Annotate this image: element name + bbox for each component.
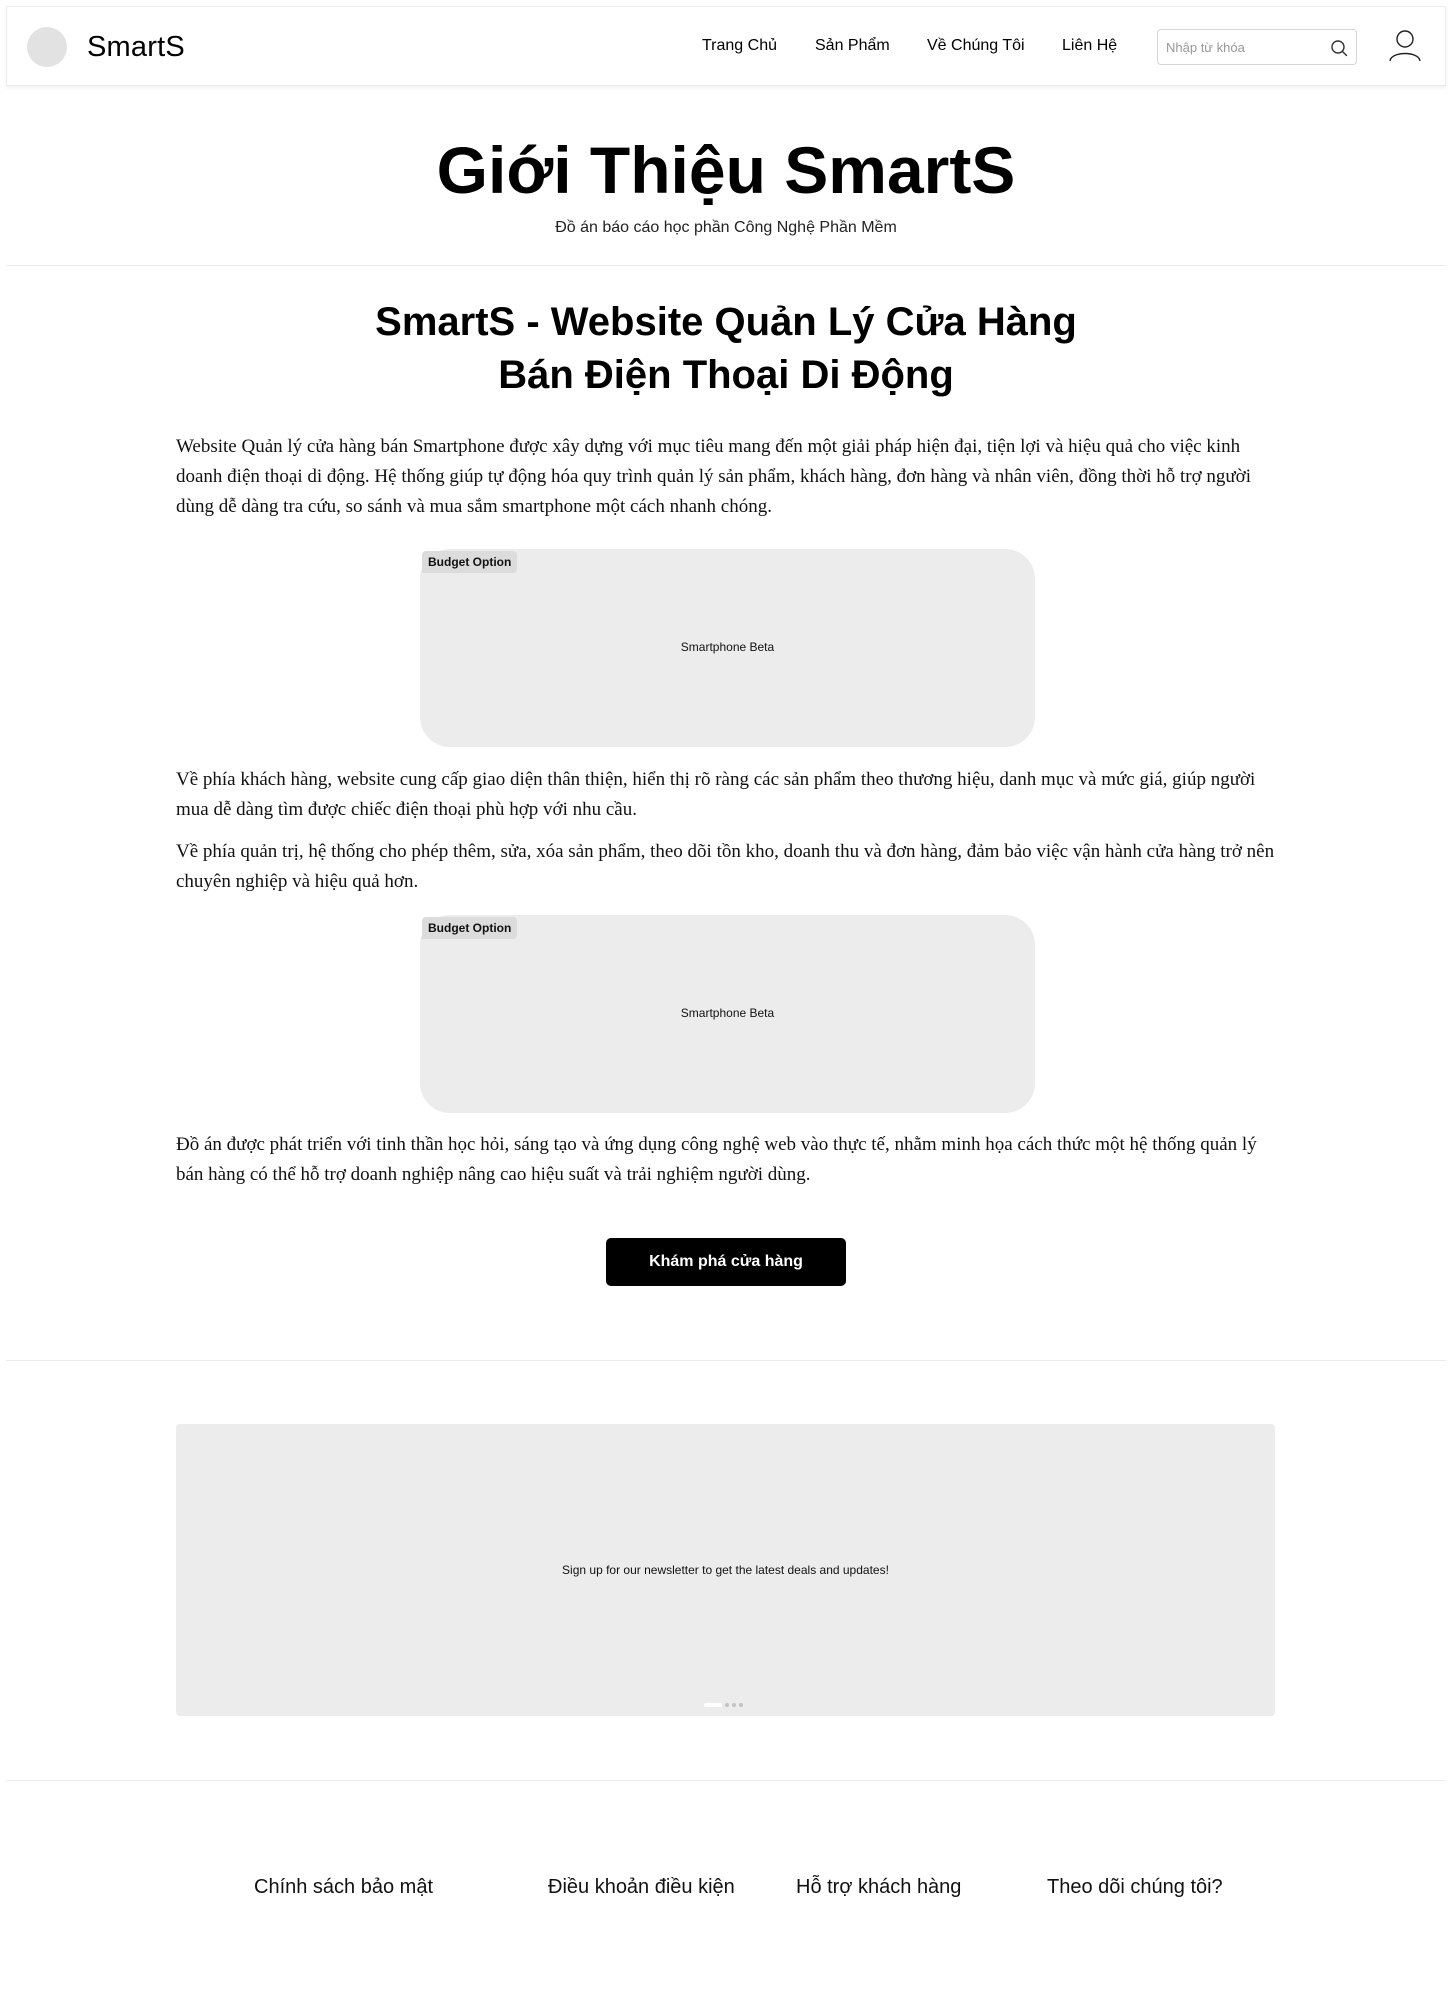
section-title-line1: SmartS - Website Quản Lý Cửa Hàng xyxy=(375,300,1077,344)
product-badge: Budget Option xyxy=(422,551,518,573)
admin-paragraph: Về phía quản trị, hệ thống cho phép thêm… xyxy=(176,841,1275,892)
nav-item-about[interactable]: Về Chúng Tôi xyxy=(927,37,1025,55)
carousel-dot[interactable] xyxy=(732,1703,736,1707)
newsletter-text: Sign up for our newsletter to get the la… xyxy=(562,1563,889,1577)
intro-paragraph: Website Quản lý cửa hàng bán Smartphone … xyxy=(176,436,1252,517)
search-box xyxy=(1157,29,1357,65)
footer-link-support[interactable]: Hỗ trợ khách hàng xyxy=(796,1876,961,1899)
product-label: Smartphone Beta xyxy=(680,640,775,654)
page-title: Giới Thiệu SmartS xyxy=(436,133,1016,207)
footer-link-follow[interactable]: Theo dõi chúng tôi? xyxy=(1047,1876,1223,1899)
newsletter-banner[interactable]: Sign up for our newsletter to get the la… xyxy=(176,1424,1275,1716)
divider xyxy=(6,1780,1446,1781)
search-input[interactable] xyxy=(1166,37,1326,57)
section-title: SmartS - Website Quản Lý Cửa Hàng Bán Đi… xyxy=(0,296,1452,402)
customer-paragraph: Về phía khách hàng, website cung cấp gia… xyxy=(176,769,1256,820)
product-label: Smartphone Beta xyxy=(680,1006,775,1020)
closing-paragraph: Đồ án được phát triển với tinh thần học … xyxy=(176,1134,1257,1185)
product-image-placeholder: Budget Option Smartphone Beta xyxy=(420,549,1035,747)
nav-item-home[interactable]: Trang Chủ xyxy=(702,37,777,55)
carousel-indicators xyxy=(704,1703,743,1707)
carousel-dot-active[interactable] xyxy=(704,1703,722,1707)
user-account-icon[interactable] xyxy=(1387,27,1423,63)
carousel-dot[interactable] xyxy=(725,1703,729,1707)
nav-item-products[interactable]: Sản Phẩm xyxy=(815,37,890,55)
explore-store-button[interactable]: Khám phá cửa hàng xyxy=(606,1238,846,1286)
nav-item-contact[interactable]: Liên Hệ xyxy=(1062,37,1117,55)
section-title-line2: Bán Điện Thoại Di Động xyxy=(498,353,954,397)
product-image-placeholder: Budget Option Smartphone Beta xyxy=(420,915,1035,1113)
search-icon[interactable] xyxy=(1330,39,1348,57)
product-badge: Budget Option xyxy=(422,917,518,939)
divider xyxy=(6,265,1446,266)
footer-link-privacy[interactable]: Chính sách bảo mật xyxy=(254,1876,433,1899)
divider xyxy=(6,1360,1446,1361)
carousel-dot[interactable] xyxy=(739,1703,743,1707)
footer-link-terms[interactable]: Điều khoản điều kiện xyxy=(548,1876,735,1899)
page-subtitle: Đồ án báo cáo học phần Công Nghệ Phần Mề… xyxy=(555,219,897,236)
site-header: SmartS Trang Chủ Sản Phẩm Về Chúng Tôi L… xyxy=(6,6,1446,86)
